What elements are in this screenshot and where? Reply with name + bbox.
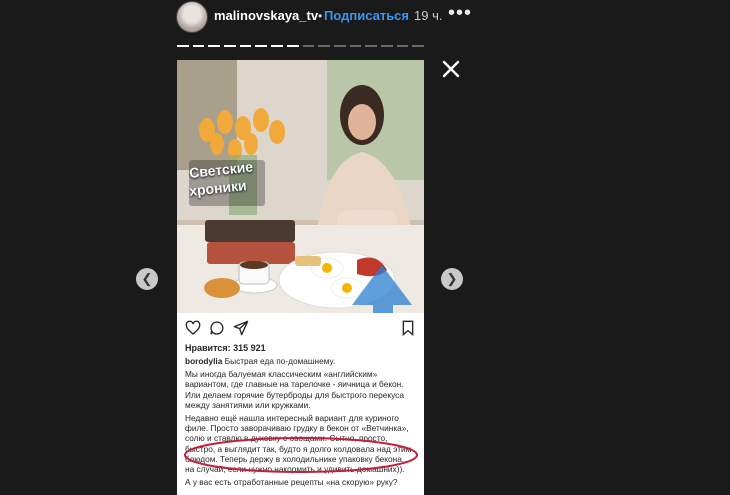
progress-segment (208, 45, 221, 47)
follow-button[interactable]: Подписаться (324, 8, 409, 23)
caption-author[interactable]: borodylia (185, 356, 222, 366)
username[interactable]: malinovskaya_tv (214, 8, 318, 23)
caption-paragraph-1: Мы иногда балуемая классическим «английс… (185, 369, 404, 410)
post-time: 19 ч. (414, 8, 443, 23)
progress-segment (412, 45, 424, 47)
progress-segment (318, 45, 330, 47)
bookmark-icon[interactable] (400, 320, 416, 336)
progress-segment (380, 45, 393, 47)
caption-first-line: Быстрая еда по-домашнему. (224, 356, 336, 366)
share-icon[interactable] (233, 320, 249, 336)
progress-segment (177, 45, 189, 47)
progress-segment (271, 45, 283, 47)
heart-icon[interactable] (185, 320, 201, 336)
avatar[interactable] (176, 1, 208, 33)
progress-segment (239, 45, 252, 47)
caption-paragraph-2: Недавно ещё нашла интересный вариант для… (185, 413, 412, 475)
progress-segment (255, 45, 268, 47)
story-header: malinovskaya_tv • Подписаться 19 ч. ••• (0, 0, 730, 34)
comment-icon[interactable] (209, 320, 225, 336)
progress-segment (365, 45, 377, 47)
story-progress-bar (177, 45, 424, 47)
post-photo: Светские хроники (177, 60, 424, 313)
progress-segment (396, 45, 409, 47)
caption-paragraph-3: А у вас есть отработанные рецепты «на ск… (185, 477, 398, 488)
post-caption: borodylia Быстрая еда по-домашнему. Мы и… (185, 356, 415, 490)
more-options-icon[interactable]: ••• (448, 2, 472, 25)
progress-segment (302, 45, 315, 47)
close-icon[interactable] (440, 58, 462, 80)
progress-segment (224, 45, 236, 47)
progress-segment (192, 45, 205, 47)
progress-segment (349, 45, 362, 47)
chevron-left-icon[interactable]: ❮ (136, 268, 158, 290)
likes-count[interactable]: Нравится: 315 921 (185, 343, 266, 353)
progress-segment (286, 45, 299, 47)
chevron-right-icon[interactable]: ❯ (441, 268, 463, 290)
progress-segment (333, 45, 346, 47)
brand-badge: Светские хроники (188, 158, 265, 206)
separator-dot: • (318, 9, 323, 23)
post-actions (177, 318, 424, 340)
story-card: Светские хроники Нравится: 315 921 borod… (177, 60, 424, 495)
